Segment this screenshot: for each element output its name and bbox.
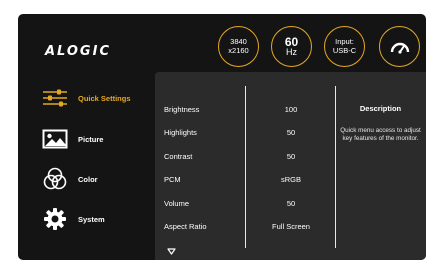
gear-icon	[40, 207, 70, 231]
osd-menu: ALOGIC 3840 x2160 60 Hz Input: USB-C Qui…	[18, 14, 426, 260]
sidebar-item-system[interactable]: System	[40, 206, 105, 232]
refresh-rate-badge: 60 Hz	[271, 26, 312, 67]
sidebar-item-color[interactable]: Color	[40, 166, 98, 192]
description-text: Quick menu access to adjust key features…	[340, 127, 421, 143]
sliders-icon	[40, 86, 70, 110]
setting-row-volume[interactable]: Volume 50	[155, 199, 355, 213]
sidebar-item-label: Color	[78, 174, 98, 184]
sidebar-item-label: Quick Settings	[78, 93, 131, 103]
setting-row-brightness[interactable]: Brightness 100	[155, 105, 355, 119]
settings-panel: Brightness 100 Highlights 50 Contrast 50…	[155, 72, 426, 260]
picture-icon	[40, 127, 70, 151]
setting-value: sRGB	[280, 175, 301, 184]
sidebar-item-quick-settings[interactable]: Quick Settings	[40, 85, 131, 111]
chevron-down-icon[interactable]	[167, 242, 176, 260]
refresh-rate-value: 60	[284, 34, 299, 49]
input-source-badge: Input: USB-C	[324, 26, 365, 67]
setting-value: 50	[286, 199, 296, 208]
resolution-badge: 3840 x2160	[218, 26, 259, 67]
setting-row-aspect-ratio[interactable]: Aspect Ratio Full Screen	[155, 222, 355, 236]
refresh-rate-unit: Hz	[286, 46, 297, 57]
setting-name: Contrast	[164, 152, 193, 161]
color-circles-icon	[40, 167, 70, 191]
speedometer-badge	[379, 26, 420, 67]
setting-row-pcm[interactable]: PCM sRGB	[155, 175, 355, 189]
setting-row-contrast[interactable]: Contrast 50	[155, 152, 355, 166]
setting-value: 100	[284, 105, 298, 114]
setting-row-highlights[interactable]: Highlights 50	[155, 128, 355, 142]
setting-value: 50	[286, 152, 296, 161]
setting-name: Brightness	[164, 105, 200, 114]
setting-name: Volume	[164, 199, 190, 208]
sidebar-item-picture[interactable]: Picture	[40, 126, 103, 152]
speedometer-icon	[390, 42, 409, 54]
resolution-height: x2160	[228, 45, 249, 55]
sidebar-item-label: Picture	[78, 134, 104, 144]
setting-value: 50	[286, 128, 296, 137]
input-source-value: USB-C	[332, 45, 357, 55]
sidebar-item-label: System	[78, 214, 105, 224]
setting-name: Highlights	[164, 128, 197, 137]
setting-name: Aspect Ratio	[164, 222, 207, 231]
brand-logo: ALOGIC	[45, 44, 111, 59]
setting-name: PCM	[164, 175, 181, 184]
setting-value: Full Screen	[272, 222, 310, 231]
description-title: Description	[359, 104, 402, 113]
